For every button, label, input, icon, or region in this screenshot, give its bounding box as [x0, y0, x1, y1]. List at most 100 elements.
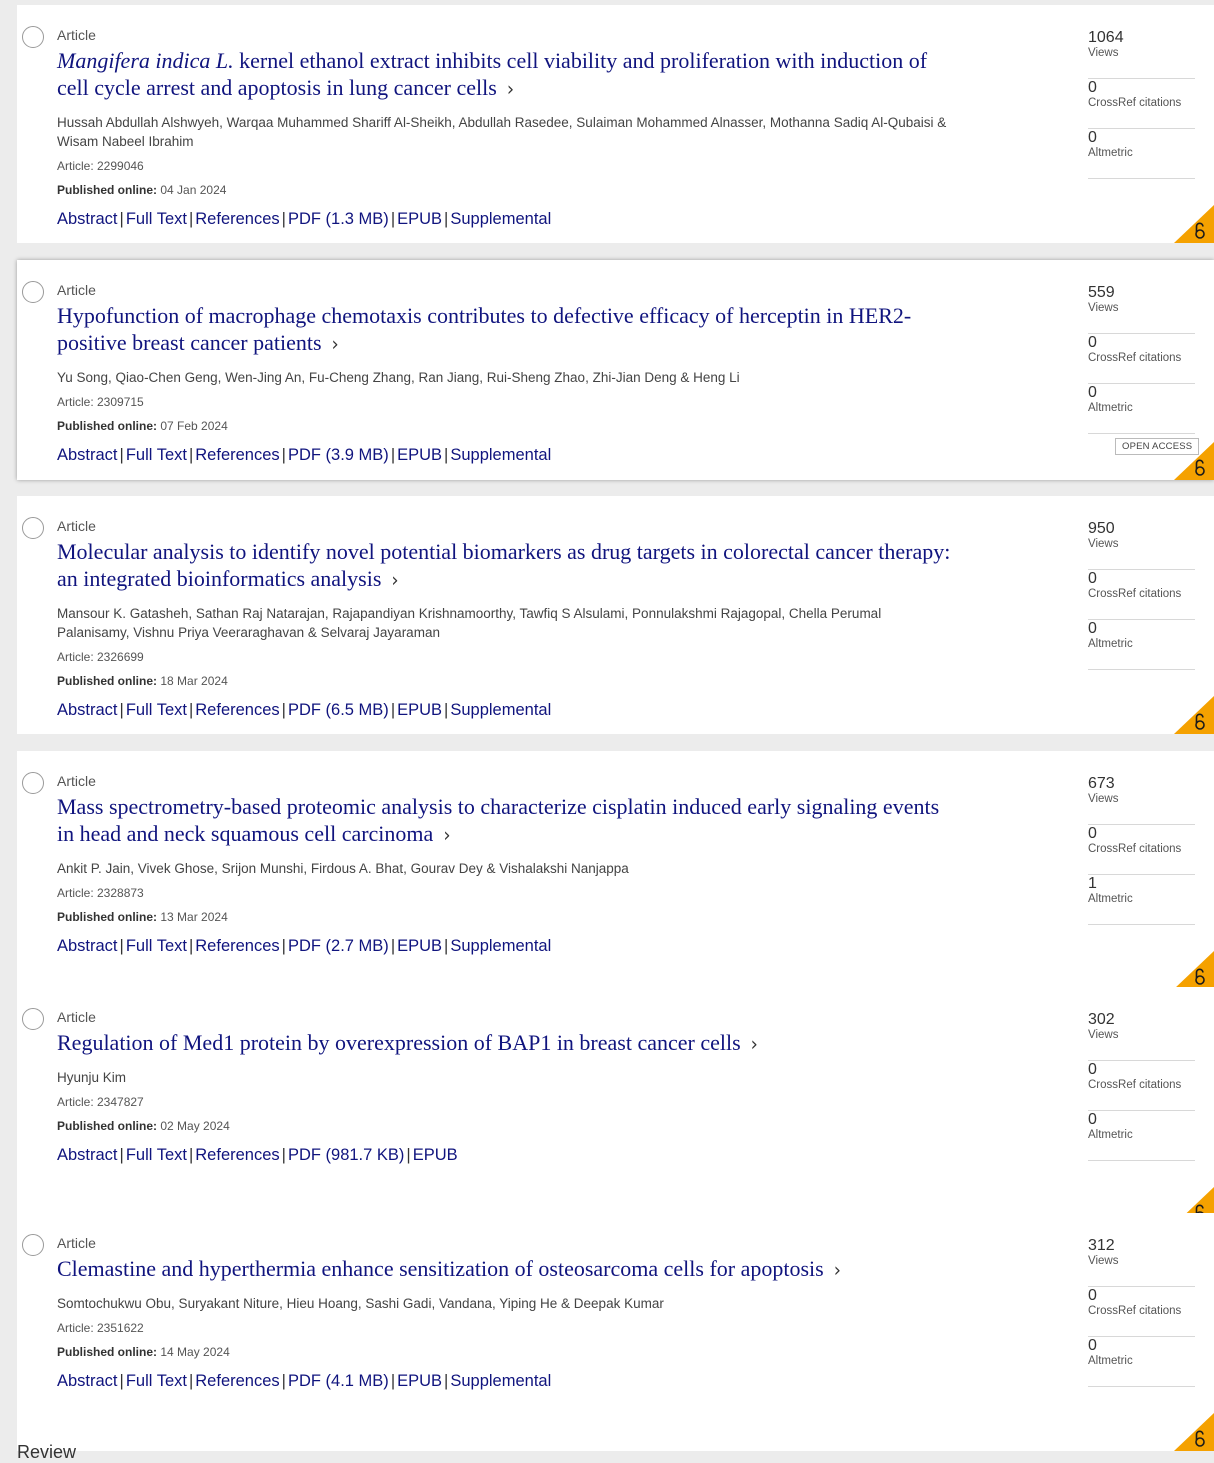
published-date: Published online: 04 Jan 2024 — [57, 181, 957, 199]
supplemental-link[interactable]: Supplemental — [450, 937, 551, 955]
pdf-link[interactable]: PDF (981.7 KB) — [288, 1146, 404, 1164]
epub-link[interactable]: EPUB — [397, 1372, 442, 1390]
supplemental-link[interactable]: Supplemental — [450, 210, 551, 228]
crossref-label: CrossRef citations — [1088, 588, 1182, 600]
article-metrics: 673 Views 0 CrossRef citations 1 Altmetric — [1088, 776, 1195, 926]
crossref-count: 0 — [1088, 1061, 1097, 1078]
pdf-link[interactable]: PDF (1.3 MB) — [288, 210, 389, 228]
full-text-link[interactable]: Full Text — [126, 210, 187, 228]
altmetric-metric[interactable]: 0 Altmetric — [1088, 385, 1195, 434]
views-label: Views — [1088, 47, 1119, 59]
article-content: Article Clemastine and hyperthermia enha… — [57, 1234, 957, 1392]
altmetric-metric[interactable]: 1 Altmetric — [1088, 876, 1195, 925]
article-title-link[interactable]: Clemastine and hyperthermia enhance sens… — [57, 1255, 957, 1284]
article-authors: Mansour K. Gatasheh, Sathan Raj Nataraja… — [57, 606, 882, 640]
select-article-checkbox[interactable] — [22, 1234, 44, 1256]
supplemental-link[interactable]: Supplemental — [450, 446, 551, 464]
select-article-checkbox[interactable] — [22, 772, 44, 794]
crossref-metric[interactable]: 0 CrossRef citations — [1088, 1288, 1195, 1337]
altmetric-metric[interactable]: 0 Altmetric — [1088, 1338, 1195, 1387]
published-label: Published online: — [57, 1345, 158, 1359]
open-access-tag: OPEN ACCESS — [1115, 438, 1200, 455]
select-article-checkbox[interactable] — [22, 517, 44, 539]
link-separator: | — [444, 701, 449, 719]
article-card: Article Hypofunction of macrophage chemo… — [17, 260, 1214, 480]
crossref-label: CrossRef citations — [1088, 843, 1182, 855]
article-title-link[interactable]: Molecular analysis to identify novel pot… — [57, 538, 957, 594]
full-text-link[interactable]: Full Text — [126, 937, 187, 955]
altmetric-metric[interactable]: 0 Altmetric — [1088, 1112, 1195, 1161]
altmetric-metric[interactable]: 0 Altmetric — [1088, 130, 1195, 179]
references-link[interactable]: References — [195, 446, 279, 464]
supplemental-link[interactable]: Supplemental — [450, 701, 551, 719]
abstract-link[interactable]: Abstract — [57, 210, 118, 228]
article-metrics: 302 Views 0 CrossRef citations 0 Altmetric — [1088, 1012, 1195, 1162]
altmetric-metric[interactable]: 0 Altmetric — [1088, 621, 1195, 670]
article-title-link[interactable]: Mangifera indica L. kernel ethanol extra… — [57, 47, 957, 103]
abstract-link[interactable]: Abstract — [57, 1146, 118, 1164]
references-link[interactable]: References — [195, 1372, 279, 1390]
link-separator: | — [390, 701, 396, 719]
full-text-link[interactable]: Full Text — [126, 701, 187, 719]
article-metrics: 1064 Views 0 CrossRef citations 0 Altmetric — [1088, 30, 1195, 180]
article-number: Article: 2328873 — [57, 886, 144, 900]
crossref-label: CrossRef citations — [1088, 1079, 1182, 1091]
crossref-label: CrossRef citations — [1088, 1305, 1182, 1317]
crossref-count: 0 — [1088, 570, 1097, 587]
abstract-link[interactable]: Abstract — [57, 701, 118, 719]
select-article-checkbox[interactable] — [22, 26, 44, 48]
full-text-link[interactable]: Full Text — [126, 1146, 187, 1164]
link-separator: | — [444, 446, 449, 464]
article-type-label: Article — [57, 773, 96, 789]
altmetric-count: 0 — [1088, 129, 1097, 146]
article-type-label: Article — [57, 1235, 96, 1251]
crossref-metric[interactable]: 0 CrossRef citations — [1088, 1062, 1195, 1111]
select-article-checkbox[interactable] — [22, 1008, 44, 1030]
abstract-link[interactable]: Abstract — [57, 1372, 118, 1390]
link-separator: | — [119, 701, 124, 719]
article-title-link[interactable]: Hypofunction of macrophage chemotaxis co… — [57, 302, 957, 358]
crossref-metric[interactable]: 0 CrossRef citations — [1088, 826, 1195, 875]
crossref-metric[interactable]: 0 CrossRef citations — [1088, 335, 1195, 384]
epub-link[interactable]: EPUB — [397, 210, 442, 228]
abstract-link[interactable]: Abstract — [57, 446, 118, 464]
pdf-link[interactable]: PDF (6.5 MB) — [288, 701, 389, 719]
views-count: 673 — [1088, 775, 1115, 792]
published-value: 04 Jan 2024 — [160, 183, 227, 197]
full-text-link[interactable]: Full Text — [126, 1372, 187, 1390]
link-separator: | — [188, 937, 194, 955]
article-card: Article Mass spectrometry-based proteomi… — [17, 751, 1214, 989]
references-link[interactable]: References — [195, 937, 279, 955]
crossref-metric[interactable]: 0 CrossRef citations — [1088, 80, 1195, 129]
crossref-count: 0 — [1088, 1287, 1097, 1304]
altmetric-count: 0 — [1088, 620, 1097, 637]
pdf-link[interactable]: PDF (3.9 MB) — [288, 446, 389, 464]
views-label: Views — [1088, 302, 1119, 314]
article-authors: Hyunju Kim — [57, 1070, 127, 1085]
link-separator: | — [281, 1372, 286, 1390]
epub-link[interactable]: EPUB — [397, 701, 442, 719]
article-type-label: Article — [57, 282, 96, 298]
epub-link[interactable]: EPUB — [413, 1146, 458, 1164]
altmetric-label: Altmetric — [1088, 1355, 1133, 1367]
supplemental-link[interactable]: Supplemental — [450, 1372, 551, 1390]
epub-link[interactable]: EPUB — [397, 446, 442, 464]
views-label: Views — [1088, 1029, 1119, 1041]
title-text: Clemastine and hyperthermia enhance sens… — [57, 1256, 824, 1281]
epub-link[interactable]: EPUB — [397, 937, 442, 955]
article-title-link[interactable]: Regulation of Med1 protein by overexpres… — [57, 1029, 957, 1058]
altmetric-label: Altmetric — [1088, 638, 1133, 650]
crossref-metric[interactable]: 0 CrossRef citations — [1088, 571, 1195, 620]
references-link[interactable]: References — [195, 210, 279, 228]
article-title-link[interactable]: Mass spectrometry-based proteomic analys… — [57, 793, 957, 849]
link-separator: | — [281, 210, 286, 228]
references-link[interactable]: References — [195, 701, 279, 719]
pdf-link[interactable]: PDF (4.1 MB) — [288, 1372, 389, 1390]
crossref-label: CrossRef citations — [1088, 352, 1182, 364]
pdf-link[interactable]: PDF (2.7 MB) — [288, 937, 389, 955]
select-article-checkbox[interactable] — [22, 281, 44, 303]
abstract-link[interactable]: Abstract — [57, 937, 118, 955]
references-link[interactable]: References — [195, 1146, 279, 1164]
full-text-link[interactable]: Full Text — [126, 446, 187, 464]
link-separator: | — [188, 446, 194, 464]
